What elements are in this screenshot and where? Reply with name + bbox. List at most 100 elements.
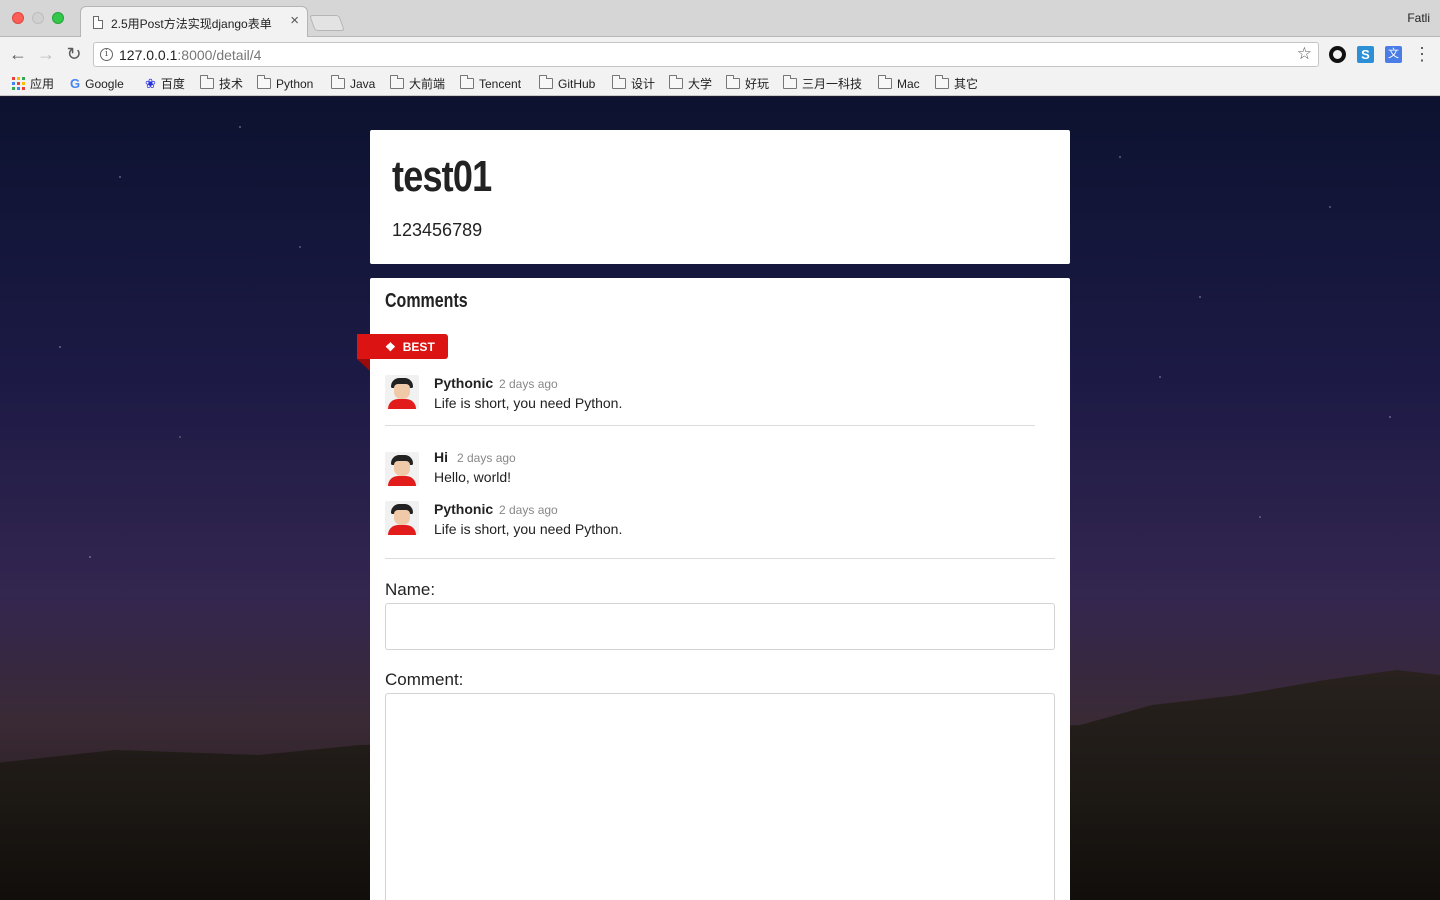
back-icon[interactable]: ← xyxy=(7,43,29,65)
bookmark-label: Tencent xyxy=(479,76,522,91)
address-bar[interactable]: i 127.0.0.1:8000/detail/4 ☆ xyxy=(93,42,1319,67)
url-text: 127.0.0.1:8000/detail/4 xyxy=(119,47,261,63)
folder-icon xyxy=(200,75,214,89)
bookmark-item[interactable]: Mac xyxy=(878,75,920,92)
browser-tab-active[interactable]: 2.5用Post方法实现django表单 × xyxy=(80,6,308,37)
bookmark-label: Google xyxy=(85,76,124,91)
form-divider xyxy=(385,558,1055,559)
name-label: Name: xyxy=(385,580,436,599)
bookmark-item[interactable]: Python xyxy=(257,75,313,92)
bookmark-label: 好玩 xyxy=(745,77,770,91)
folder-icon xyxy=(612,75,626,89)
maximize-window-button[interactable] xyxy=(52,12,64,24)
bookmark-label: 大学 xyxy=(688,77,713,91)
info-icon[interactable]: i xyxy=(100,48,113,61)
minimize-window-button[interactable] xyxy=(32,12,44,24)
name-input[interactable] xyxy=(385,603,1055,650)
folder-icon xyxy=(669,75,683,89)
comment-item: Hi 2 days ago Hello, world! xyxy=(385,449,1040,489)
browser-titlebar: 2.5用Post方法实现django表单 × Fatli xyxy=(0,0,1440,37)
comment-author: Hi xyxy=(434,449,448,465)
avatar xyxy=(385,452,419,486)
bookmark-label: 技术 xyxy=(219,77,244,91)
folder-icon xyxy=(726,75,740,89)
comment-item: Pythonic 2 days ago Life is short, you n… xyxy=(385,501,1040,541)
translate-icon[interactable]: 文 xyxy=(1385,46,1402,63)
extension-circle-icon[interactable] xyxy=(1329,46,1346,63)
comment-time: 2 days ago xyxy=(457,451,516,465)
bookmark-label: GitHub xyxy=(558,76,596,91)
profile-name[interactable]: Fatli xyxy=(1407,11,1430,25)
bookmark-label: Java xyxy=(350,76,376,91)
bookmark-item[interactable]: Tencent xyxy=(460,75,521,92)
comment-label: Comment: xyxy=(385,670,464,689)
baidu-icon: ❀ xyxy=(145,75,156,91)
browser-toolbar: ← → ↻ i 127.0.0.1:8000/detail/4 ☆ S 文 ⋮ xyxy=(0,37,1440,71)
bookmark-item[interactable]: 好玩 xyxy=(726,75,769,92)
bookmark-item[interactable]: 技术 xyxy=(200,75,243,92)
bookmark-item[interactable]: 大学 xyxy=(669,75,712,92)
apps-icon xyxy=(12,77,25,90)
bookmark-item[interactable]: G Google xyxy=(70,75,124,92)
tab-close-icon[interactable]: × xyxy=(290,13,299,29)
bookmark-label: 应用 xyxy=(30,77,55,91)
comment-author: Pythonic xyxy=(434,375,494,391)
folder-icon xyxy=(257,75,271,89)
bookmark-item[interactable]: Java xyxy=(331,75,375,92)
reload-icon[interactable]: ↻ xyxy=(63,43,85,65)
google-icon: G xyxy=(70,76,81,91)
comment-time: 2 days ago xyxy=(499,377,558,391)
new-tab-button[interactable] xyxy=(309,15,345,31)
bookmark-label: 大前端 xyxy=(409,77,446,91)
comments-header: Comments xyxy=(385,290,468,312)
folder-icon xyxy=(390,75,404,89)
folder-icon xyxy=(539,75,553,89)
bookmark-item[interactable]: 其它 xyxy=(935,75,978,92)
avatar xyxy=(385,501,419,535)
url-host: 127.0.0.1 xyxy=(119,47,178,63)
bookmark-label: 百度 xyxy=(160,77,185,91)
best-divider xyxy=(385,425,1035,426)
tab-title: 2.5用Post方法实现django表单 xyxy=(111,17,272,31)
extension-s-icon[interactable]: S xyxy=(1357,46,1374,63)
close-window-button[interactable] xyxy=(12,12,24,24)
folder-icon xyxy=(878,75,892,89)
folder-icon xyxy=(935,75,949,89)
page-background: test01 123456789 Comments ❖ BEST Pythoni… xyxy=(0,97,1440,900)
browser-menu-icon[interactable]: ⋮ xyxy=(1413,44,1431,64)
bookmark-item[interactable]: 大前端 xyxy=(390,75,445,92)
comment-time: 2 days ago xyxy=(499,503,558,517)
bookmark-item[interactable]: ❀ 百度 xyxy=(145,75,185,92)
best-comment: Pythonic 2 days ago Life is short, you n… xyxy=(385,375,1040,415)
bookmark-item[interactable]: GitHub xyxy=(539,75,595,92)
best-comment-badge: ❖ BEST xyxy=(357,334,448,371)
post-title: test01 xyxy=(392,152,492,201)
comments-card: Comments ❖ BEST Pythonic 2 days ago Life… xyxy=(357,278,1070,900)
bookmark-label: 三月一科技 xyxy=(802,77,863,91)
bookmark-item[interactable]: 三月一科技 xyxy=(783,75,862,92)
bookmark-star-icon[interactable]: ☆ xyxy=(1297,44,1312,64)
avatar xyxy=(385,375,419,409)
comment-text: Life is short, you need Python. xyxy=(434,395,623,411)
best-label: BEST xyxy=(402,339,435,354)
comment-text: Life is short, you need Python. xyxy=(434,521,623,537)
fire-icon: ❖ xyxy=(385,339,396,354)
url-path: :8000/detail/4 xyxy=(177,47,262,63)
page-icon xyxy=(93,16,103,29)
folder-icon xyxy=(460,75,474,89)
bookmark-item[interactable]: 设计 xyxy=(612,75,655,92)
folder-icon xyxy=(783,75,797,89)
folder-icon xyxy=(331,75,345,89)
bookmark-label: 设计 xyxy=(631,77,656,91)
bookmark-item[interactable]: 应用 xyxy=(12,75,54,92)
comment-text: Hello, world! xyxy=(434,469,512,485)
bookmark-label: 其它 xyxy=(954,77,979,91)
comment-author: Pythonic xyxy=(434,501,494,517)
post-content: 123456789 xyxy=(392,220,483,240)
bookmarks-bar: 应用 G Google ❀ 百度 技术 Python Java 大前端 Tencent GitHub… xyxy=(0,71,1440,96)
post-card: test01 123456789 xyxy=(370,130,1070,264)
bookmark-label: Python xyxy=(276,76,314,91)
comment-textarea[interactable] xyxy=(385,693,1055,900)
bookmark-label: Mac xyxy=(897,76,920,91)
forward-icon[interactable]: → xyxy=(35,43,57,65)
